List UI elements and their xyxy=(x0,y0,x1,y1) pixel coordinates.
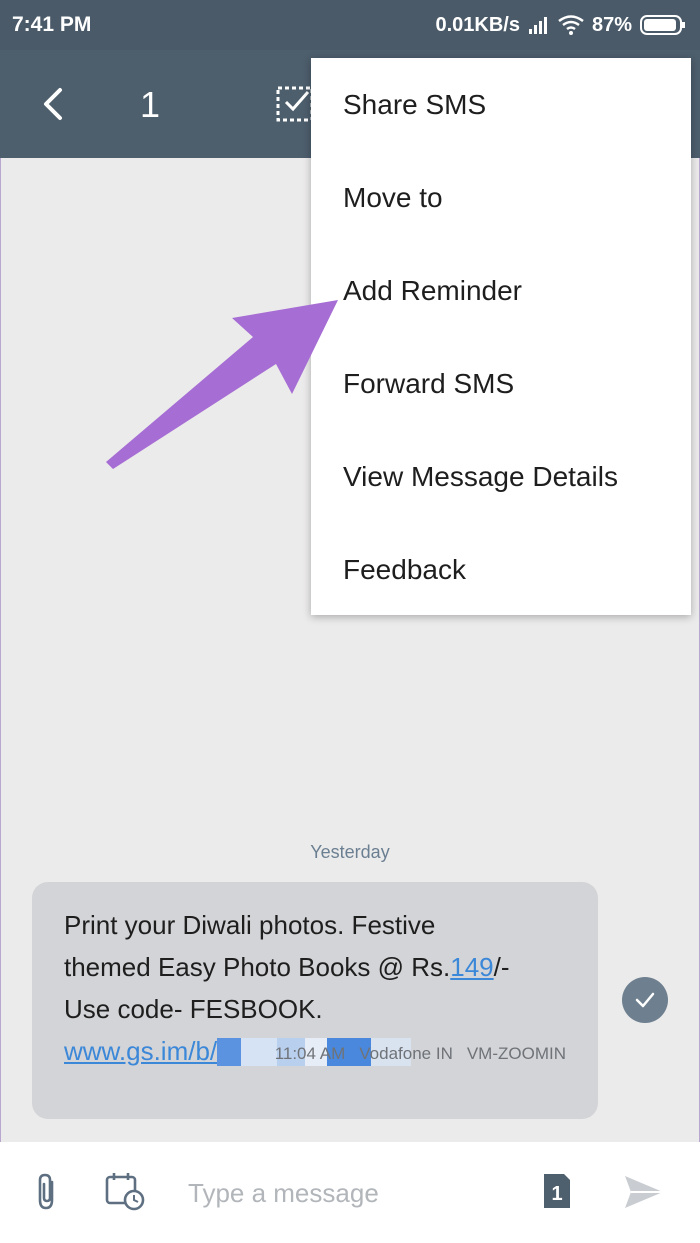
message-carrier: Vodafone IN xyxy=(359,1044,453,1063)
message-text-segment: /- xyxy=(493,952,510,982)
composer-bar: 1 xyxy=(0,1142,700,1243)
status-indicators: 0.01KB/s 87% xyxy=(435,11,686,39)
menu-item-move-to[interactable]: Move to xyxy=(311,151,691,244)
schedule-icon[interactable] xyxy=(104,1170,146,1212)
redacted-block xyxy=(217,1038,242,1066)
attachment-icon[interactable] xyxy=(30,1170,64,1214)
signal-icon xyxy=(528,17,547,34)
message-input[interactable] xyxy=(186,1172,510,1214)
send-icon[interactable] xyxy=(622,1172,666,1212)
message-text-segment: themed Easy Photo Books @ Rs. xyxy=(64,952,451,982)
selected-check-icon[interactable] xyxy=(622,977,668,1023)
sim-selector-icon[interactable]: 1 xyxy=(542,1172,572,1210)
price-link[interactable]: 149 xyxy=(450,952,493,982)
message-time: 11:04 AM xyxy=(274,1044,346,1063)
status-bar: 7:41 PM 0.01KB/s 87% xyxy=(0,0,700,50)
menu-item-feedback[interactable]: Feedback xyxy=(311,523,691,616)
message-line: themed Easy Photo Books @ Rs.149/- xyxy=(64,946,584,988)
battery-icon xyxy=(640,15,685,35)
menu-item-share-sms[interactable]: Share SMS xyxy=(311,58,691,151)
message-sender: VM-ZOOMIN xyxy=(466,1044,566,1063)
url-link-text: www.gs.im/b/ xyxy=(64,1036,218,1066)
menu-item-forward-sms[interactable]: Forward SMS xyxy=(311,337,691,430)
selection-count: 1 xyxy=(140,84,161,125)
message-meta: 11:04 AM Vodafone IN VM-ZOOMIN xyxy=(275,1044,566,1064)
menu-item-add-reminder[interactable]: Add Reminder xyxy=(311,244,691,337)
sim-label: 1 xyxy=(551,1183,562,1205)
menu-item-view-message-details[interactable]: View Message Details xyxy=(311,430,691,523)
context-menu: Share SMS Move to Add Reminder Forward S… xyxy=(311,58,691,615)
redacted-block xyxy=(241,1038,278,1066)
battery-percent: 87% xyxy=(591,13,632,36)
wifi-icon xyxy=(558,15,584,35)
date-separator: Yesterday xyxy=(310,842,390,862)
message-line: Print your Diwali photos. Festive xyxy=(64,910,436,940)
back-icon[interactable] xyxy=(34,80,74,128)
status-time: 7:41 PM xyxy=(12,13,92,36)
network-speed: 0.01KB/s xyxy=(435,13,520,36)
message-bubble[interactable]: Print your Diwali photos. Festive themed… xyxy=(32,882,598,1119)
message-line: Use code- FESBOOK. xyxy=(64,994,323,1024)
